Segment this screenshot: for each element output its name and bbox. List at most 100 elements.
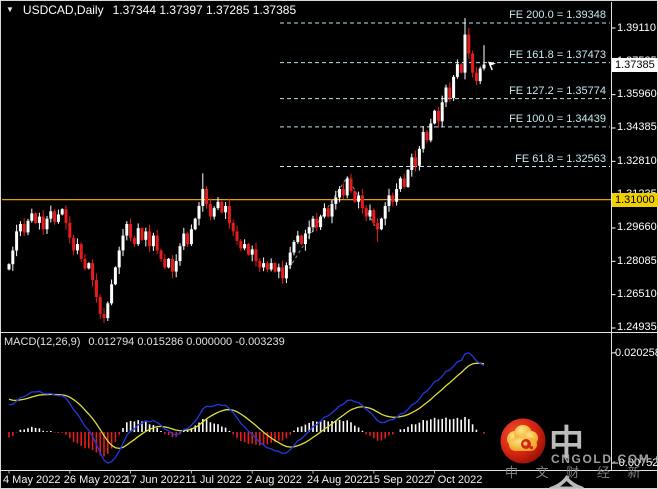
candle-body	[345, 178, 349, 196]
candle-body	[250, 249, 254, 255]
candle-body	[151, 235, 155, 247]
candle-body	[463, 34, 467, 73]
price-axis-label[interactable]: 1.32810	[617, 155, 657, 168]
macd-indicator-values: 0.012794 0.015286 0.000000 -0.003239	[88, 336, 285, 348]
candle-body	[34, 213, 38, 223]
candle-body	[235, 231, 239, 241]
candle-body	[170, 258, 174, 272]
candle-body	[15, 231, 19, 251]
fib-anchor-zigzag[interactable]	[282, 175, 379, 279]
candle-body	[334, 197, 338, 204]
candle-body	[182, 233, 186, 247]
date-axis-label[interactable]: 24 Aug 2022	[307, 474, 369, 487]
price-axis-label[interactable]: 1.26510	[617, 288, 657, 301]
candle-body	[186, 233, 190, 245]
candle-body	[395, 189, 399, 202]
macd-header: MACD(12,26,9) 0.012794 0.015286 0.000000…	[4, 336, 285, 348]
candle-body	[467, 34, 471, 54]
chart-title-bar: ▼ USDCAD,Daily 1.37344 1.37397 1.37285 1…	[6, 3, 296, 17]
candle-body	[243, 244, 247, 249]
current-price-box: 1.37385	[612, 57, 658, 72]
cngold-logo-icon	[500, 418, 546, 464]
candle-body	[448, 87, 452, 99]
candle-body	[121, 235, 125, 251]
candle-body	[125, 223, 129, 236]
candle-body	[41, 216, 45, 230]
candle-body	[37, 216, 41, 223]
price-axis-label[interactable]: 1.29660	[617, 221, 657, 234]
macd-max-value: 0.020258	[615, 346, 658, 359]
candle-body	[410, 157, 414, 171]
candle-body	[311, 218, 315, 228]
price-pointer-icon	[488, 61, 496, 71]
date-axis-label[interactable]: 4 May 2022	[3, 474, 60, 487]
candle-body	[455, 64, 459, 77]
date-axis-label[interactable]: 2 Aug 2022	[246, 474, 302, 487]
candle-body	[231, 222, 235, 232]
candle-body	[300, 235, 304, 245]
candle-body	[98, 296, 102, 314]
candle-body	[292, 241, 296, 253]
candle-body	[11, 250, 15, 265]
candle-body	[319, 216, 323, 228]
candle-body	[383, 205, 387, 219]
candle-body	[87, 263, 91, 269]
symbol-dropdown-icon[interactable]: ▼	[6, 6, 14, 14]
candle-body	[64, 209, 68, 223]
price-axis-label[interactable]: 1.35960	[617, 88, 657, 101]
candle-body	[136, 228, 140, 245]
macd-signal-line	[8, 362, 485, 450]
candle-body	[417, 148, 421, 166]
macd-main-line	[8, 352, 485, 464]
price-axis-label[interactable]: 1.28085	[617, 255, 657, 268]
candle-body	[102, 313, 106, 319]
date-axis-label[interactable]: 15 Sep 2022	[368, 474, 430, 487]
candle-body	[117, 250, 121, 268]
candle-body	[83, 258, 87, 269]
candle-body	[357, 195, 361, 202]
candle-body	[436, 110, 440, 122]
date-axis-label[interactable]: 11 Jul 2022	[185, 474, 241, 487]
candle-body	[56, 214, 60, 222]
price-axis-label[interactable]: 1.24935	[617, 321, 657, 334]
candle-body	[174, 261, 178, 272]
candle-body	[406, 170, 410, 187]
macd-indicator-label: MACD(12,26,9)	[4, 336, 81, 348]
candle-body	[132, 237, 136, 245]
candle-body	[338, 189, 342, 198]
candle-body	[265, 263, 269, 270]
candle-body	[269, 263, 273, 270]
date-axis-label[interactable]: 17 Jun 2022	[125, 474, 186, 487]
candle-body	[341, 189, 345, 196]
candle-body	[159, 250, 163, 259]
candle-body	[288, 252, 292, 266]
candle-body	[254, 249, 258, 262]
macd-histogram	[8, 416, 485, 457]
fib-level-label: FE 61.8 = 1.32563	[515, 152, 606, 165]
candle-body	[220, 201, 224, 213]
candle-body	[391, 195, 395, 202]
candle-body	[360, 195, 364, 209]
candle-body	[303, 233, 307, 245]
candle-body	[296, 235, 300, 242]
candle-body	[60, 209, 64, 215]
candle-body	[459, 64, 463, 73]
date-axis-label[interactable]: 26 May 2022	[64, 474, 128, 487]
candle-body	[113, 267, 117, 285]
price-axis-label[interactable]: 1.39110	[617, 22, 656, 35]
candle-body	[75, 244, 79, 251]
candle-body	[163, 258, 167, 268]
hline-price-box: 1.31000	[612, 192, 658, 207]
candle-body	[178, 246, 182, 262]
candle-body	[26, 220, 30, 233]
candle-body	[68, 222, 72, 238]
date-axis-label[interactable]: 7 Oct 2022	[429, 474, 483, 487]
price-axis-label[interactable]: 1.34385	[617, 121, 657, 134]
candle-body	[307, 227, 311, 234]
candle-body	[53, 211, 57, 222]
candle-body	[322, 208, 326, 217]
candle-body	[258, 261, 262, 268]
candlesticks[interactable]	[7, 18, 486, 323]
candle-body	[140, 228, 144, 240]
candle-body	[326, 208, 330, 217]
